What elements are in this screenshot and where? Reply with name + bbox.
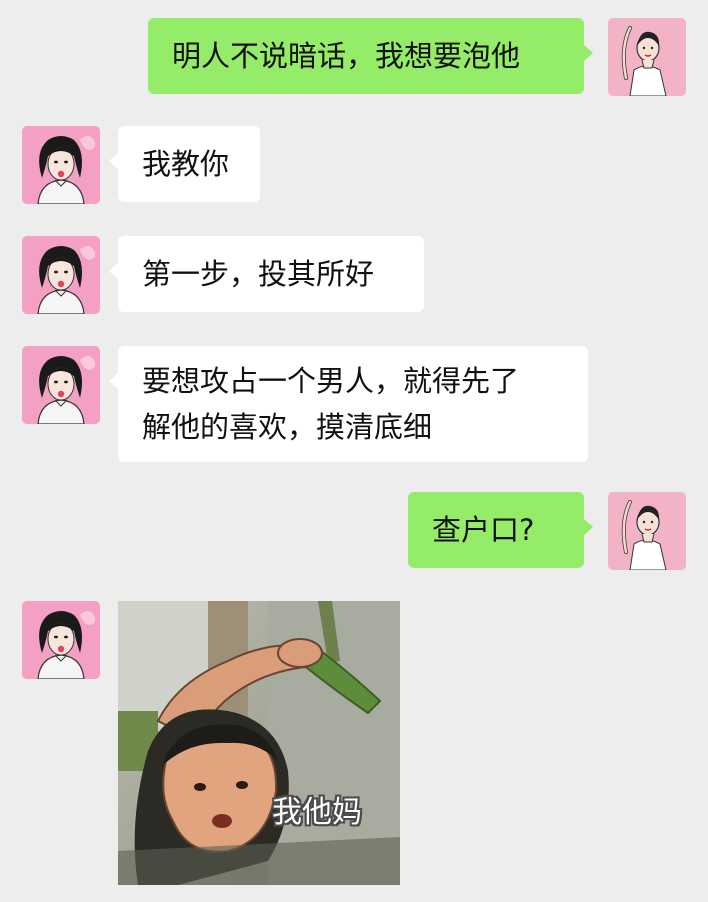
- girl-bubblegum-avatar-icon: [22, 601, 100, 679]
- message-text: 第一步，投其所好: [142, 257, 375, 291]
- sticker-image[interactable]: 我他妈: [118, 601, 400, 885]
- message-text-line: 解他的喜欢，摸清底细: [142, 410, 433, 444]
- message-text: 查户口?: [432, 513, 535, 547]
- girl-bubblegum-avatar-icon: [22, 346, 100, 424]
- woman-raised-arm-avatar-icon: [608, 18, 686, 96]
- sticker-caption: 我他妈: [272, 795, 362, 830]
- incoming-message-bubble[interactable]: 我教你: [109, 126, 260, 202]
- outgoing-message-bubble[interactable]: 明人不说暗话，我想要泡他: [148, 18, 593, 94]
- outgoing-avatar[interactable]: [608, 492, 686, 570]
- message-text: 我教你: [142, 147, 230, 181]
- outgoing-message-bubble[interactable]: 查户口?: [408, 492, 593, 568]
- girl-bubblegum-avatar-icon: [22, 236, 100, 314]
- outgoing-avatar[interactable]: [608, 18, 686, 96]
- chat-area: 明人不说暗话，我想要泡他 我教你 第一步，投其所好 要想攻占一个男人，就得先了 …: [0, 0, 708, 902]
- incoming-avatar[interactable]: [22, 346, 100, 424]
- incoming-avatar[interactable]: [22, 601, 100, 679]
- meme-sticker-illustration: [118, 601, 400, 885]
- incoming-avatar[interactable]: [22, 236, 100, 314]
- woman-raised-arm-avatar-icon: [608, 492, 686, 570]
- incoming-avatar[interactable]: [22, 126, 100, 204]
- incoming-message-bubble[interactable]: 第一步，投其所好: [109, 236, 424, 312]
- incoming-message-bubble[interactable]: 要想攻占一个男人，就得先了 解他的喜欢，摸清底细: [109, 346, 588, 462]
- message-text-line: 要想攻占一个男人，就得先了: [142, 364, 520, 398]
- girl-bubblegum-avatar-icon: [22, 126, 100, 204]
- message-text: 明人不说暗话，我想要泡他: [172, 39, 521, 73]
